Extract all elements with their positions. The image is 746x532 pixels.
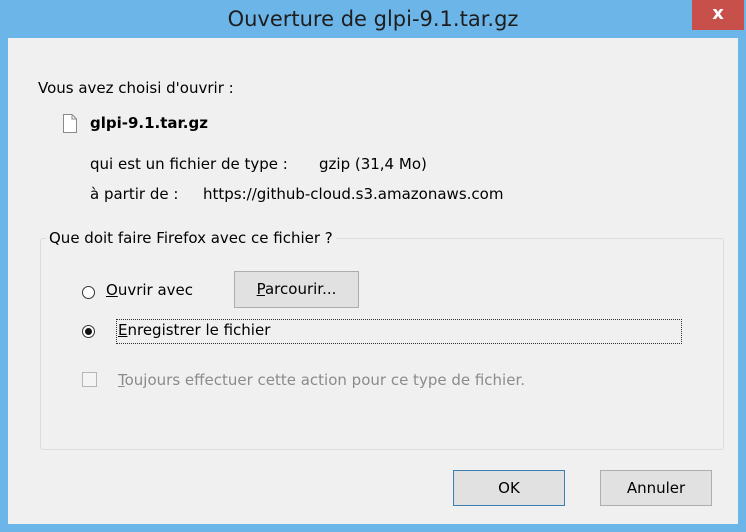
always-label-rest: oujours effectuer cette action pour ce t… <box>124 371 526 389</box>
action-groupbox <box>40 238 724 450</box>
file-name: glpi-9.1.tar.gz <box>90 114 208 132</box>
ok-button[interactable]: OK <box>453 470 565 506</box>
open-with-label[interactable]: Ouvrir avec <box>106 281 193 299</box>
file-type-value: gzip (31,4 Mo) <box>319 155 427 173</box>
always-checkbox[interactable] <box>82 372 97 387</box>
close-button[interactable]: x <box>692 0 744 30</box>
browse-button[interactable]: Parcourir... <box>234 271 359 308</box>
title-bar[interactable]: Ouverture de glpi-9.1.tar.gz x <box>0 0 746 38</box>
file-source-url: https://github-cloud.s3.amazonaws.com <box>203 185 504 203</box>
intro-text: Vous avez choisi d'ouvrir : <box>38 79 234 97</box>
browse-accesskey: P <box>256 280 265 298</box>
open-with-accesskey: O <box>106 281 118 299</box>
file-type-label: qui est un fichier de type : <box>90 155 288 173</box>
open-with-radio[interactable] <box>82 286 95 299</box>
save-file-radio[interactable] <box>82 325 95 338</box>
dialog-window: Ouverture de glpi-9.1.tar.gz x Vous avez… <box>0 0 746 532</box>
cancel-button[interactable]: Annuler <box>600 470 712 506</box>
open-with-label-rest: uvrir avec <box>117 281 194 299</box>
window-title: Ouverture de glpi-9.1.tar.gz <box>227 7 519 31</box>
always-label[interactable]: Toujours effectuer cette action pour ce … <box>118 371 525 389</box>
browse-label-rest: arcourir... <box>264 280 337 298</box>
close-icon: x <box>712 3 724 24</box>
dialog-body: Vous avez choisi d'ouvrir : glpi-9.1.tar… <box>8 38 738 524</box>
file-icon <box>63 114 77 133</box>
action-group-legend: Que doit faire Firefox avec ce fichier ? <box>46 229 336 247</box>
save-file-label-rest: nregistrer le fichier <box>127 321 271 339</box>
always-accesskey: T <box>118 371 125 389</box>
file-source-label: à partir de : <box>90 185 179 203</box>
save-file-label[interactable]: Enregistrer le fichier <box>118 321 270 339</box>
